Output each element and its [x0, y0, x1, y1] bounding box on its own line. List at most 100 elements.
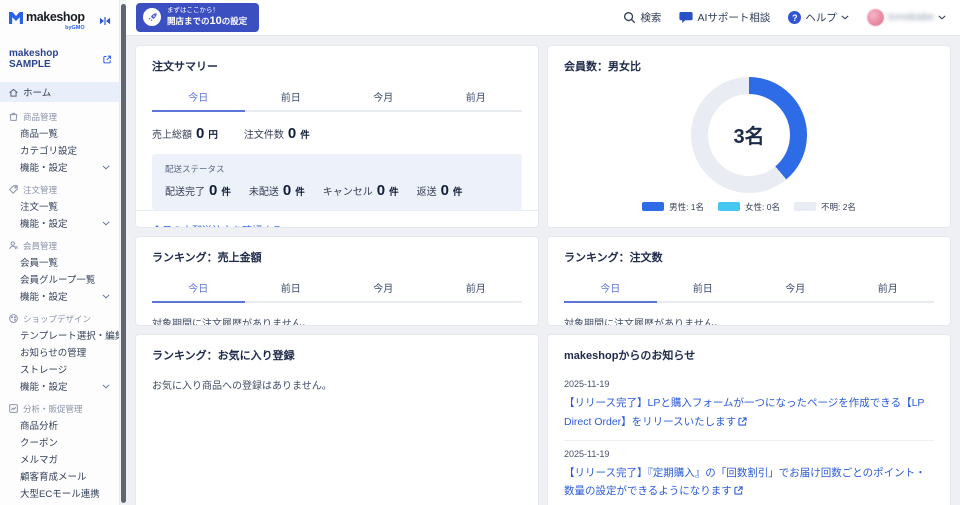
card-title: makeshopからのお知らせ [564, 347, 934, 363]
sidebar-item-web-ads[interactable]: WEB広告配信 [0, 501, 119, 505]
makeshop-logo[interactable]: makeshop byGMO [9, 11, 85, 31]
help-icon [788, 11, 801, 24]
sidebar-item-coupons[interactable]: クーポン [0, 433, 119, 450]
sidebar-item-mail-magazine[interactable]: メルマガ [0, 450, 119, 467]
sidebar-item-design-features[interactable]: 機能・設定 [0, 377, 119, 394]
undelivered-stat: 未配送 0 件 [249, 182, 305, 199]
sidebar-item-announcements[interactable]: お知らせの管理 [0, 343, 119, 360]
user-icon [8, 240, 19, 251]
sidebar-item-ec-mall-integration[interactable]: 大型ECモール連携 [0, 484, 119, 501]
empty-message: 対象期間に注文履歴がありません。 [564, 315, 934, 326]
sidebar-item-member-list[interactable]: 会員一覧 [0, 253, 119, 270]
empty-message: 対象期間に注文履歴がありません。 [152, 315, 522, 326]
empty-message: お気に入り商品への登録はありません。 [152, 377, 522, 392]
sidebar-item-template-edit[interactable]: テンプレート選択・編集 [0, 326, 119, 343]
sidebar-section-products: 商品管理 [0, 109, 119, 124]
ranking-orders-card: ランキング：注文数 今日 前日 今月 前月 対象期間に注文履歴がありません。 [547, 236, 951, 326]
card-title: ランキング：売上金額 [152, 249, 522, 265]
news-item: 2025-11-19 【リリース完了】LPと購入フォームが一つになったページを作… [564, 371, 934, 440]
card-title: 注文サマリー [152, 58, 522, 74]
banner-line1: まずはここから！ [167, 7, 247, 15]
sidebar-scrollbar[interactable] [119, 0, 126, 505]
sidebar-item-member-features[interactable]: 機能・設定 [0, 287, 119, 304]
tab-last-month[interactable]: 前月 [842, 275, 935, 303]
external-link-icon [734, 486, 743, 495]
card-title: ランキング：注文数 [564, 249, 934, 265]
ranking-orders-tabs: 今日 前日 今月 前月 [564, 275, 934, 303]
news-link[interactable]: 【リリース完了】『定期購入』の「回数割引」でお届け回数ごとのポイント・数量の設定… [564, 467, 926, 498]
sidebar-item-storage[interactable]: ストレージ [0, 360, 119, 377]
tab-today[interactable]: 今日 [152, 275, 245, 303]
sidebar-item-product-list[interactable]: 商品一覧 [0, 124, 119, 141]
sidebar-item-order-features[interactable]: 機能・設定 [0, 214, 119, 231]
tab-this-month[interactable]: 今月 [337, 84, 430, 112]
tab-today[interactable]: 今日 [564, 275, 657, 303]
ranking-sales-card: ランキング：売上金額 今日 前日 今月 前月 対象期間に注文履歴がありません。 [135, 236, 539, 326]
sidebar-collapse-icon[interactable] [99, 13, 111, 31]
legend-swatch [794, 202, 816, 211]
chat-icon [679, 11, 693, 24]
tab-yesterday[interactable]: 前日 [245, 275, 338, 303]
order-summary-tabs: 今日 前日 今月 前月 [152, 84, 522, 112]
order-count-stat: 注文件数 0 件 [244, 125, 310, 142]
legend-female: 女性: 0名 [718, 201, 780, 213]
sidebar: makeshop byGMO makeshop SAMPLE ホーム 商品管理 … [0, 0, 119, 505]
tab-last-month[interactable]: 前月 [430, 275, 523, 303]
delivery-status-box: 配送ステータス 配送完了 0 件 未配送 0 件 キ [152, 154, 522, 210]
returned-stat: 返送 0 件 [417, 182, 463, 199]
chevron-down-icon [102, 218, 110, 229]
chevron-down-icon [938, 15, 946, 20]
ranking-sales-tabs: 今日 前日 今月 前月 [152, 275, 522, 303]
tab-this-month[interactable]: 今月 [337, 275, 430, 303]
members-gender-card: 会員数：男女比 3名 男性: 1名 女性: 0名 [547, 45, 951, 228]
search-icon [623, 11, 636, 24]
cancelled-stat: キャンセル 0 件 [323, 182, 399, 199]
search-button[interactable]: 検索 [623, 10, 661, 25]
sidebar-section-members: 会員管理 [0, 238, 119, 253]
rocket-icon [143, 8, 161, 26]
chevron-down-icon [102, 381, 110, 392]
tab-yesterday[interactable]: 前日 [245, 84, 338, 112]
card-title: 会員数：男女比 [564, 58, 934, 74]
scrollbar-thumb[interactable] [121, 4, 126, 503]
check-undelivered-link[interactable]: 今日の未配送注文を確認する [152, 226, 282, 228]
sidebar-section-shop-design: ショップデザイン [0, 311, 119, 326]
topbar: まずはここから！ 開店までの10の設定 検索 AIサポート相談 ヘルプ [126, 0, 960, 36]
legend-swatch [718, 202, 740, 211]
onboarding-banner[interactable]: まずはここから！ 開店までの10の設定 [136, 3, 259, 32]
ai-support-button[interactable]: AIサポート相談 [679, 10, 770, 25]
tab-today[interactable]: 今日 [152, 84, 245, 112]
tab-yesterday[interactable]: 前日 [657, 275, 750, 303]
byline-gmo: byGMO [65, 25, 85, 31]
order-summary-card: 注文サマリー 今日 前日 今月 前月 売上総額 0 円 注文件数 0 [135, 45, 539, 228]
sidebar-section-analytics: 分析・販促管理 [0, 401, 119, 416]
sidebar-item-customer-nurture-mail[interactable]: 顧客育成メール [0, 467, 119, 484]
sidebar-item-order-list[interactable]: 注文一覧 [0, 197, 119, 214]
makeshop-m-icon [9, 11, 23, 29]
chevron-down-icon [102, 162, 110, 173]
tab-last-month[interactable]: 前月 [430, 84, 523, 112]
sales-total-stat: 売上総額 0 円 [152, 125, 218, 142]
legend-swatch [642, 202, 664, 211]
external-link-icon [738, 417, 747, 426]
news-link[interactable]: 【リリース完了】LPと購入フォームが一つになったページを作成できる【LP Dir… [564, 397, 924, 428]
sidebar-nav: ホーム 商品管理 商品一覧 カテゴリ設定 機能・設定 注文管理 注文一覧 機能・… [0, 82, 119, 505]
user-menu[interactable]: tomokiabe [867, 9, 946, 26]
sidebar-item-product-analytics[interactable]: 商品分析 [0, 416, 119, 433]
sidebar-item-category-settings[interactable]: カテゴリ設定 [0, 141, 119, 158]
sidebar-item-member-groups[interactable]: 会員グループ一覧 [0, 270, 119, 287]
makeshop-admin-app: makeshop byGMO makeshop SAMPLE ホーム 商品管理 … [0, 0, 960, 505]
home-icon [8, 87, 19, 98]
help-menu[interactable]: ヘルプ [788, 10, 849, 25]
donut-total-label: 3名 [691, 77, 807, 193]
card-title: ランキング：お気に入り登録 [152, 347, 522, 363]
sidebar-item-product-features[interactable]: 機能・設定 [0, 158, 119, 175]
shop-name-link[interactable]: makeshop SAMPLE [0, 31, 119, 70]
avatar [867, 9, 884, 26]
sidebar-item-home[interactable]: ホーム [0, 82, 119, 102]
tab-this-month[interactable]: 今月 [749, 275, 842, 303]
user-name: tomokiabe [888, 12, 934, 23]
sidebar-section-orders: 注文管理 [0, 182, 119, 197]
package-icon [8, 111, 19, 122]
gender-donut-chart: 3名 [691, 77, 807, 193]
